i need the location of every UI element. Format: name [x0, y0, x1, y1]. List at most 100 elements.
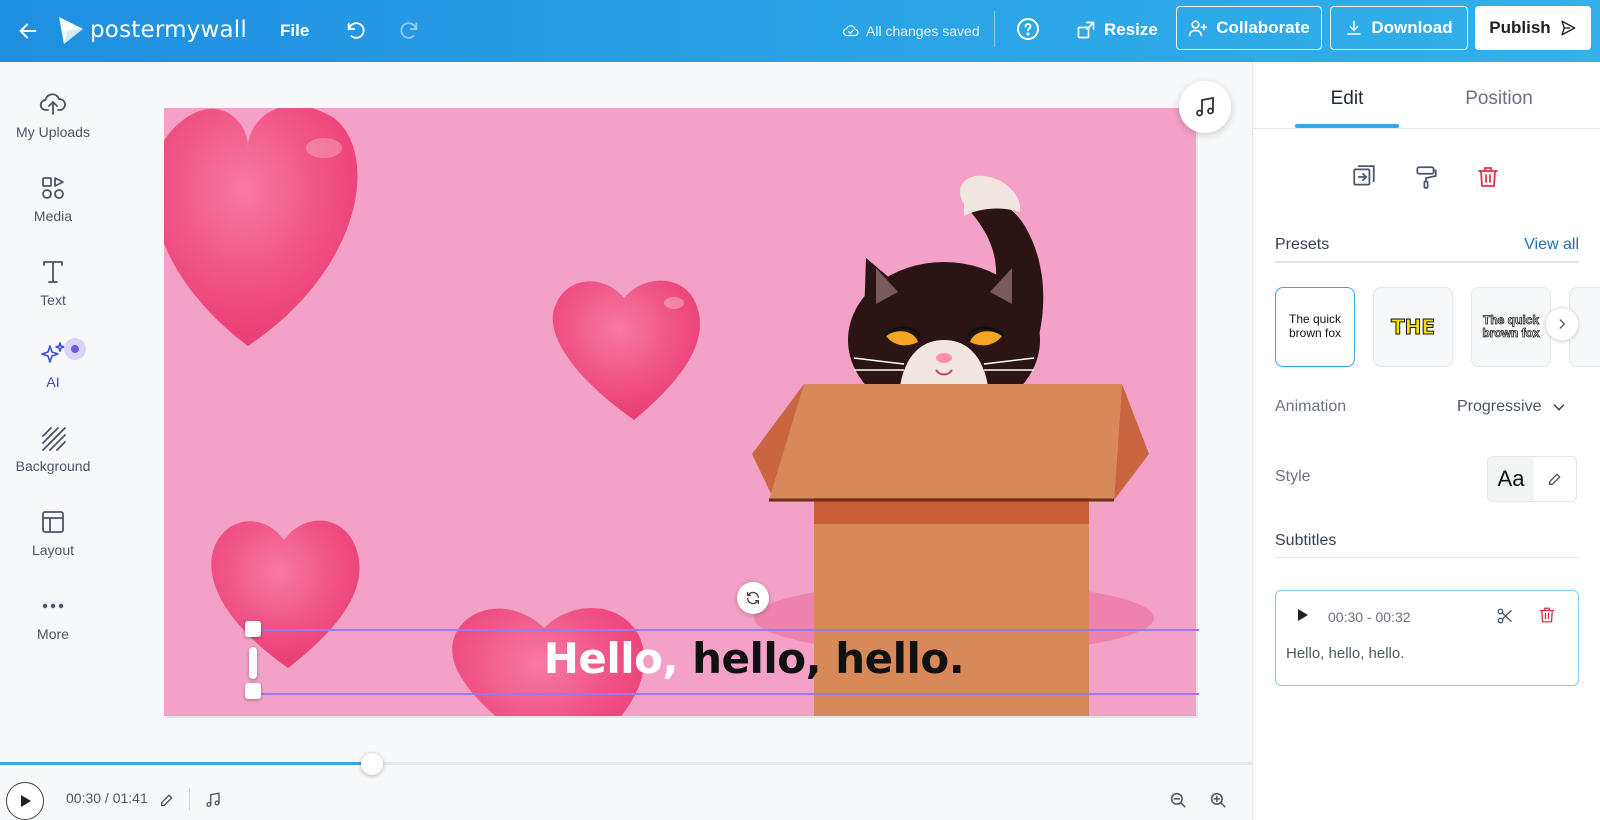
sidebar-item-text[interactable]: Text [0, 248, 106, 318]
brand-logo[interactable]: postermywall [58, 12, 247, 48]
box-front-flap [769, 384, 1122, 500]
download-label: Download [1371, 18, 1453, 37]
brand-name: postermywall [90, 17, 247, 43]
play-icon [21, 795, 31, 807]
save-status: All changes saved [842, 18, 980, 44]
audio-track-icon[interactable] [203, 790, 223, 810]
style-preview[interactable]: Aa [1488, 457, 1534, 501]
subtitles-title: Subtitles [1275, 532, 1337, 549]
tab-position[interactable]: Position [1439, 76, 1559, 122]
subtitle-play-icon[interactable] [1294, 607, 1310, 628]
selection-bottom-edge [252, 693, 1199, 695]
subtitle-remaining-words: hello, hello. [678, 634, 965, 683]
canvas-artwork [164, 108, 1154, 716]
properties-panel: Edit Position Presets View all The quick… [1252, 62, 1600, 820]
preset-sample-text: The quick brown fox [1288, 312, 1342, 340]
animation-value: Progressive [1457, 398, 1542, 415]
design-canvas[interactable] [164, 108, 1196, 716]
download-icon [1347, 20, 1362, 35]
box-body [814, 498, 1089, 716]
sidebar-item-layout[interactable]: Layout [0, 498, 106, 568]
publish-button[interactable]: Publish [1475, 6, 1591, 50]
chevron-down-icon [1554, 404, 1565, 411]
tab-edit[interactable]: Edit [1295, 76, 1399, 122]
zoom-out-icon[interactable] [1168, 790, 1188, 810]
layout-grid-icon [42, 511, 64, 533]
active-tab-indicator [1295, 124, 1399, 128]
timeline-divider [189, 788, 190, 810]
sidebar-item-my-uploads[interactable]: My Uploads [0, 80, 106, 150]
collaborate-button[interactable]: Collaborate [1176, 6, 1322, 50]
download-button[interactable]: Download [1330, 6, 1468, 50]
back-arrow-icon[interactable] [14, 17, 42, 45]
sidebar-item-media[interactable]: Media [0, 164, 106, 234]
preset-card-3[interactable]: The quick brown fox [1471, 287, 1551, 367]
style-control[interactable]: Aa [1487, 456, 1577, 502]
presets-title: Presets [1275, 236, 1330, 253]
sidebar-item-background[interactable]: Background [0, 414, 106, 484]
animation-label: Animation [1275, 398, 1347, 415]
cloud-check-icon [842, 25, 859, 37]
scissors-icon[interactable] [1496, 607, 1514, 630]
rotate-handle[interactable] [737, 582, 769, 614]
animation-select[interactable]: Progressive [1457, 398, 1567, 416]
timeline-scrubber[interactable] [361, 753, 383, 775]
sidebar-item-label: Background [15, 458, 91, 474]
resize-button[interactable]: Resize [1076, 14, 1158, 46]
collaborate-label: Collaborate [1216, 18, 1310, 37]
help-icon[interactable] [1016, 17, 1040, 41]
zoom-in-icon[interactable] [1208, 790, 1228, 810]
top-bar: postermywall File All changes saved Resi… [0, 0, 1600, 62]
subtitle-delete-icon[interactable] [1538, 606, 1556, 629]
tabs-divider [1253, 128, 1600, 129]
rotate-icon [747, 591, 759, 605]
paper-plane-logo-icon [59, 17, 83, 44]
play-button[interactable] [6, 782, 44, 820]
subtitle-text-field[interactable]: Hello, hello, hello. [1286, 645, 1404, 662]
publish-label: Publish [1489, 18, 1551, 37]
preset-sample-text: The quick brown fox [1482, 312, 1540, 340]
view-all-link[interactable]: View all [1485, 236, 1579, 254]
canvas-subtitle-text[interactable]: Hello, hello, hello. [254, 634, 1254, 683]
resize-handle-bottom-left[interactable] [245, 683, 261, 699]
duplicate-icon[interactable] [1349, 162, 1379, 192]
style-label: Style [1275, 468, 1311, 485]
timeline-progress [0, 762, 372, 765]
sidebar-item-label: AI [46, 374, 60, 390]
delete-icon[interactable] [1473, 162, 1503, 192]
presets-next-button[interactable] [1545, 307, 1579, 341]
sidebar-item-label: Text [40, 292, 66, 308]
sidebar-item-more[interactable]: More [0, 582, 106, 652]
left-sidebar: My Uploads Media Text AI Background Layo… [0, 62, 106, 820]
heart-shape-middle [552, 280, 700, 420]
sidebar-item-ai[interactable]: AI [0, 330, 106, 400]
edit-style-icon[interactable] [1534, 471, 1576, 487]
playback-time: 00:30 / 01:41 [66, 790, 148, 806]
sidebar-item-label: More [37, 626, 69, 642]
resize-icon [1077, 21, 1095, 39]
undo-icon[interactable] [343, 17, 369, 43]
subtitle-entry-card[interactable]: 00:30 - 00:32 Hello, hello, hello. [1275, 590, 1579, 686]
music-button[interactable] [1179, 81, 1231, 133]
sidebar-item-label: Layout [31, 542, 75, 558]
heart-shape-large [164, 108, 358, 346]
redo-icon[interactable] [396, 17, 422, 43]
preset-card-2[interactable]: THE [1373, 287, 1453, 367]
subtitle-time-range: 00:30 - 00:32 [1328, 609, 1411, 625]
selection-top-edge [252, 629, 1199, 631]
sparkles-icon [41, 342, 65, 363]
sidebar-item-label: Media [33, 208, 73, 224]
preset-card-1[interactable]: The quick brown fox [1275, 287, 1355, 367]
ai-new-badge [64, 338, 86, 360]
preset-sample-text: THE [1390, 315, 1436, 340]
edit-duration-icon[interactable] [157, 790, 177, 810]
paint-roller-icon[interactable] [1411, 162, 1441, 192]
subtitles-divider [1275, 557, 1579, 558]
presets-divider [1275, 261, 1579, 263]
file-menu-button[interactable]: File [272, 16, 317, 46]
upload-cloud-icon [39, 93, 66, 115]
sidebar-item-label: My Uploads [16, 124, 90, 140]
hatch-pattern-icon [42, 427, 66, 451]
subtitle-spoken-words: Hello, [543, 634, 679, 683]
music-note-icon [1196, 96, 1214, 117]
